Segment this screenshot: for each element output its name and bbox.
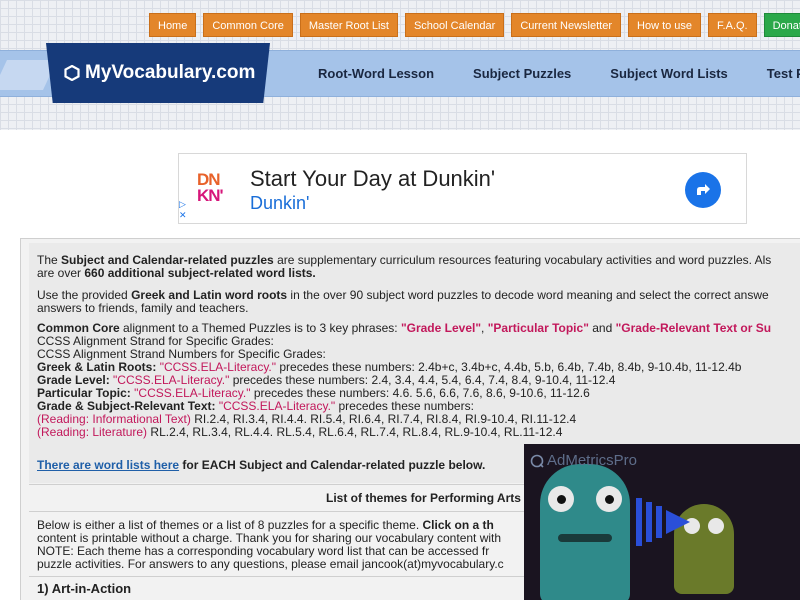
intro-paragraph-line2: are over 660 additional subject-related …	[37, 266, 316, 280]
ad-headline: Start Your Day at Dunkin'	[250, 166, 496, 191]
nav-home-button[interactable]: Home	[149, 13, 197, 37]
directions-arrow-icon	[697, 184, 710, 195]
dunkin-logo: DN KN'	[197, 170, 224, 205]
nav-school-calendar-button[interactable]: School Calendar	[404, 13, 505, 37]
donate-button[interactable]: Donate	[763, 13, 800, 37]
top-nav: Home Common Core Master Root List School…	[149, 13, 800, 37]
roots-paragraph-line2: answers to friends, family and teachers.	[37, 301, 249, 315]
theme-item-art-in-action[interactable]: 1) Art-in-Action	[37, 582, 131, 595]
nav-faq-button[interactable]: F.A.Q.	[708, 13, 757, 37]
video-ad-overlay[interactable]: AdMetricsPro	[524, 444, 800, 600]
hexagon-icon	[64, 65, 80, 81]
nav-root-word-lesson[interactable]: Root-Word Lesson	[318, 66, 434, 81]
play-icon[interactable]	[634, 492, 694, 552]
ad-brand: Dunkin'	[250, 193, 310, 213]
video-ad-brand: AdMetricsPro	[530, 452, 637, 469]
nav-current-newsletter-button[interactable]: Current Newsletter	[511, 13, 622, 37]
nav-how-to-use-button[interactable]: How to use	[628, 13, 702, 37]
nav-test-prep[interactable]: Test Pre	[767, 66, 800, 81]
nav-common-core-button[interactable]: Common Core	[203, 13, 293, 37]
themes-heading: List of themes for Performing Arts	[326, 491, 521, 505]
ad-directions-button[interactable]	[685, 172, 721, 208]
main-nav: Root-Word Lesson Subject Puzzles Subject…	[318, 66, 800, 81]
logo-text: MyVocabulary.com	[85, 62, 256, 83]
word-lists-link[interactable]: There are word lists here	[37, 458, 179, 472]
themes-intro-line4: puzzle activities. For answers to any qu…	[37, 557, 504, 571]
word-lists-line: There are word lists here for EACH Subje…	[37, 458, 486, 472]
nav-master-root-list-button[interactable]: Master Root List	[299, 13, 398, 37]
monster-illustration	[540, 464, 630, 600]
reading-literature-line: (Reading: Literature) RL.2.4, RL.3.4, RL…	[37, 425, 563, 439]
admetrics-logo-icon	[530, 454, 544, 468]
nav-subject-word-lists[interactable]: Subject Word Lists	[610, 66, 728, 81]
dunkin-ad-banner[interactable]: DN KN' Start Your Day at Dunkin' Dunkin'…	[178, 153, 747, 224]
site-logo[interactable]: MyVocabulary.com	[46, 43, 270, 103]
nav-subject-puzzles[interactable]: Subject Puzzles	[473, 66, 571, 81]
ad-choices-icon[interactable]: ▷ ✕	[179, 199, 187, 221]
